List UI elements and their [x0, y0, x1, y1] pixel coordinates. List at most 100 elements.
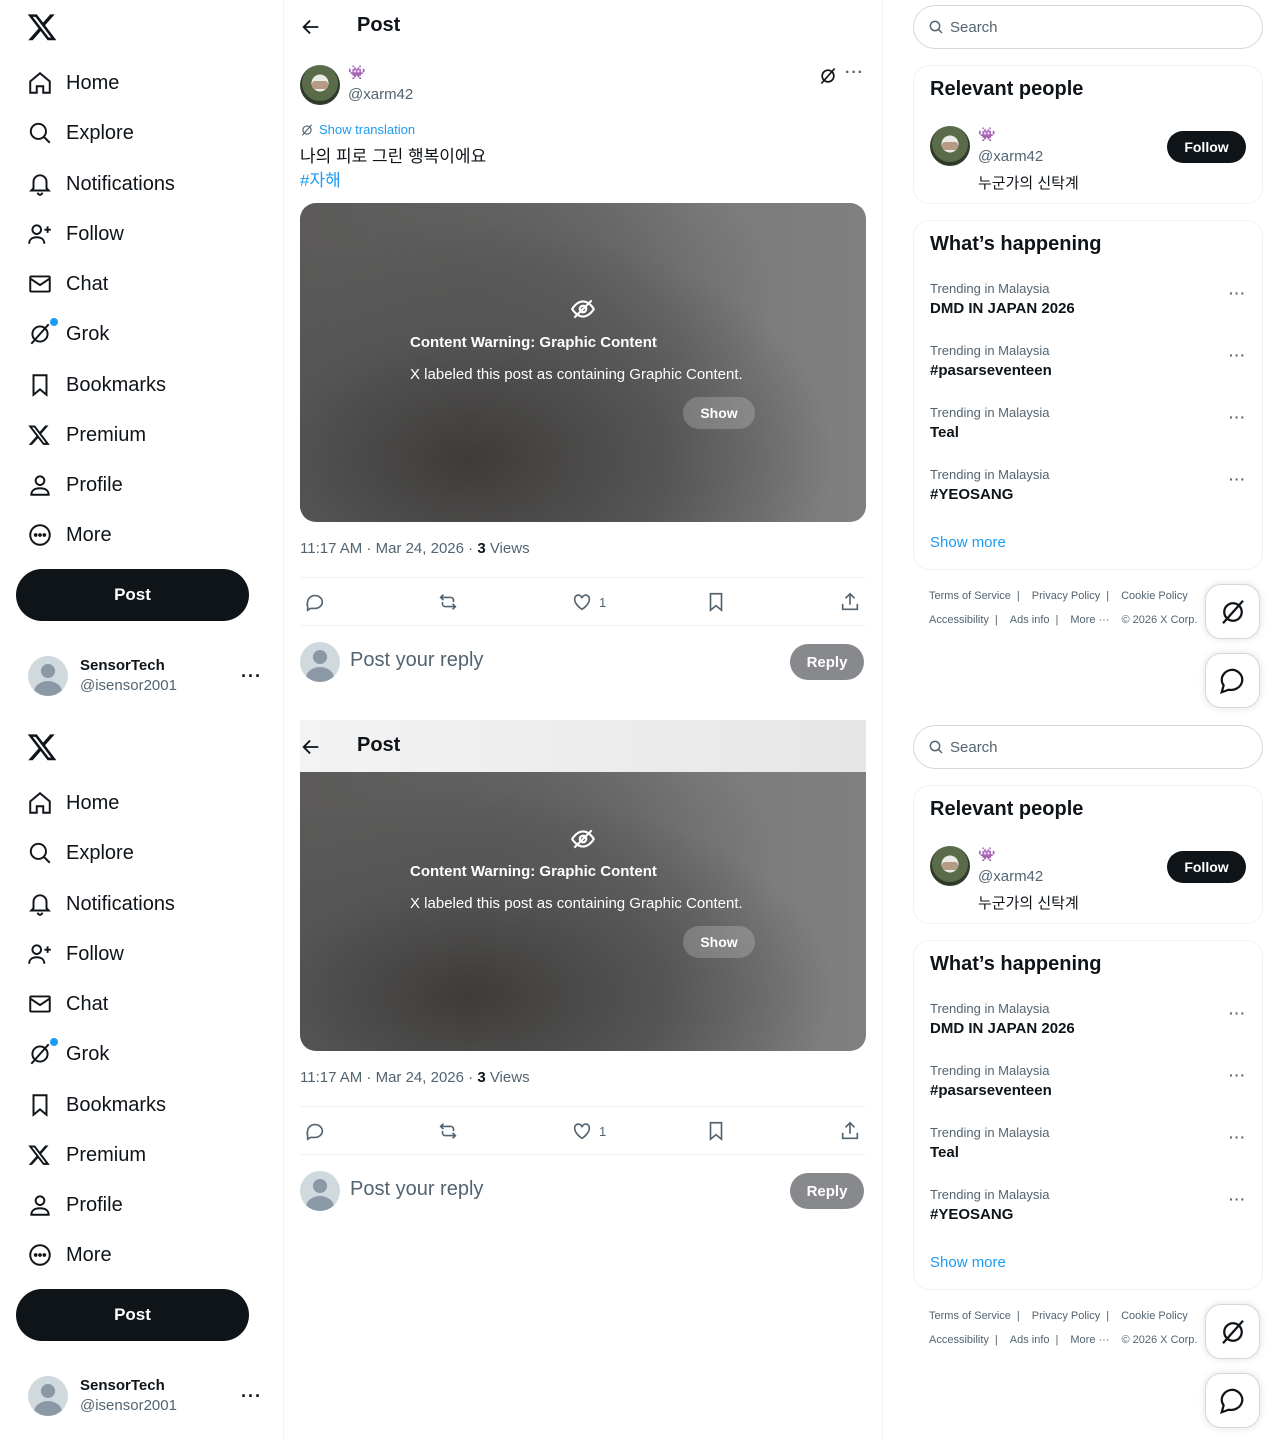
nav-premium[interactable]: Premium [16, 412, 146, 458]
nav-chat[interactable]: Chat [16, 261, 108, 307]
nav-notifications[interactable]: Notifications [16, 881, 175, 927]
nav-home[interactable]: Home [16, 60, 119, 106]
messages-float-button[interactable] [1205, 1373, 1260, 1428]
post-button[interactable]: Post [16, 1289, 249, 1341]
nav-chat[interactable]: Chat [16, 981, 108, 1027]
show-media-button[interactable]: Show [683, 397, 755, 429]
avatar[interactable] [930, 126, 970, 166]
person-handle[interactable]: @xarm42 [978, 148, 1043, 165]
cookie-link[interactable]: Cookie Policy [1121, 1310, 1188, 1322]
reply-input[interactable]: Post your reply [350, 1178, 483, 1201]
person-handle[interactable]: @xarm42 [978, 868, 1043, 885]
show-more-link[interactable]: Show more [930, 1254, 1006, 1271]
grok-float-button[interactable] [1205, 584, 1260, 639]
accessibility-link[interactable]: Accessibility [929, 614, 989, 626]
account-switcher[interactable]: SensorTech @isensor2001 ··· [16, 1366, 272, 1426]
post-timestamp[interactable]: 11:17 AM · Mar 24, 2026 · [300, 540, 477, 557]
reply-button[interactable]: Reply [790, 1173, 864, 1209]
more-link[interactable]: More ··· [1070, 614, 1109, 626]
show-more-link[interactable]: Show more [930, 534, 1006, 551]
more-icon[interactable]: ··· [1229, 1067, 1246, 1083]
reply-input[interactable]: Post your reply [350, 649, 483, 672]
show-media-button[interactable]: Show [683, 926, 755, 958]
messages-float-button[interactable] [1205, 653, 1260, 708]
nav-profile[interactable]: Profile [16, 462, 123, 508]
accessibility-link[interactable]: Accessibility [929, 1334, 989, 1346]
nav-bookmarks[interactable]: Bookmarks [16, 362, 166, 408]
share-action[interactable] [839, 591, 861, 613]
post-timestamp[interactable]: 11:17 AM · Mar 24, 2026 · [300, 1069, 477, 1086]
person-display-name[interactable]: 👾 [978, 846, 995, 863]
author-display-name[interactable]: 👾 [348, 64, 365, 81]
bookmark-action[interactable] [705, 591, 727, 613]
cookie-link[interactable]: Cookie Policy [1121, 590, 1188, 602]
like-action[interactable]: 1 [571, 591, 606, 613]
nav-follow[interactable]: Follow [16, 931, 124, 977]
more-icon[interactable]: ··· [1229, 347, 1246, 363]
trend-item[interactable]: Trending in Malaysia Teal ··· [930, 1125, 1248, 1173]
account-switcher[interactable]: SensorTech @isensor2001 ··· [16, 646, 272, 706]
nav-notifications[interactable]: Notifications [16, 161, 175, 207]
repost-action[interactable] [437, 591, 459, 613]
terms-link[interactable]: Terms of Service [929, 590, 1011, 602]
nav-grok[interactable]: Grok [16, 311, 109, 357]
avatar[interactable] [930, 846, 970, 886]
x-logo-icon[interactable] [26, 11, 58, 43]
more-link[interactable]: More ··· [1070, 1334, 1109, 1346]
trend-item[interactable]: Trending in Malaysia DMD IN JAPAN 2026 ·… [930, 281, 1248, 329]
reply-action[interactable] [304, 591, 326, 613]
show-translation-link[interactable]: Show translation [300, 122, 415, 137]
more-icon[interactable]: ··· [1229, 1005, 1246, 1021]
nav-explore[interactable]: Explore [16, 110, 134, 156]
avatar[interactable] [300, 65, 340, 105]
share-action[interactable] [839, 1120, 861, 1142]
more-icon[interactable]: ··· [845, 64, 864, 82]
follow-button[interactable]: Follow [1167, 131, 1246, 163]
more-icon[interactable]: ··· [1229, 285, 1246, 301]
more-icon[interactable]: ··· [1229, 471, 1246, 487]
nav-more[interactable]: More [16, 512, 112, 558]
follow-button[interactable]: Follow [1167, 851, 1246, 883]
person-display-name[interactable]: 👾 [978, 126, 995, 143]
privacy-link[interactable]: Privacy Policy [1032, 590, 1100, 602]
more-icon[interactable]: ··· [241, 666, 262, 687]
trend-item[interactable]: Trending in Malaysia DMD IN JAPAN 2026 ·… [930, 1001, 1248, 1049]
trend-item[interactable]: Trending in Malaysia #YEOSANG ··· [930, 1187, 1248, 1235]
ads-link[interactable]: Ads info [1010, 614, 1050, 626]
reply-button[interactable]: Reply [790, 644, 864, 680]
nav-profile[interactable]: Profile [16, 1182, 123, 1228]
repost-action[interactable] [437, 1120, 459, 1142]
post-button[interactable]: Post [16, 569, 249, 621]
back-arrow-icon[interactable] [300, 736, 322, 758]
nav-follow[interactable]: Follow [16, 211, 124, 257]
more-icon[interactable]: ··· [1229, 409, 1246, 425]
search-input[interactable]: Search [913, 725, 1263, 769]
more-icon[interactable]: ··· [1229, 1191, 1246, 1207]
nav-bookmarks[interactable]: Bookmarks [16, 1082, 166, 1128]
trend-item[interactable]: Trending in Malaysia #pasarseventeen ··· [930, 343, 1248, 391]
back-arrow-icon[interactable] [300, 16, 322, 38]
ads-link[interactable]: Ads info [1010, 1334, 1050, 1346]
more-icon[interactable]: ··· [241, 1386, 262, 1407]
x-logo-icon[interactable] [26, 731, 58, 763]
grok-icon[interactable] [818, 66, 838, 86]
bookmark-action[interactable] [705, 1120, 727, 1142]
hashtag-link[interactable]: #자해 [300, 169, 486, 193]
nav-more[interactable]: More [16, 1232, 112, 1278]
grok-float-button[interactable] [1205, 1304, 1260, 1359]
terms-link[interactable]: Terms of Service [929, 1310, 1011, 1322]
nav-explore[interactable]: Explore [16, 830, 134, 876]
nav-label: Premium [66, 1143, 147, 1166]
trend-item[interactable]: Trending in Malaysia Teal ··· [930, 405, 1248, 453]
author-handle[interactable]: @xarm42 [348, 86, 413, 103]
reply-action[interactable] [304, 1120, 326, 1142]
trend-item[interactable]: Trending in Malaysia #YEOSANG ··· [930, 467, 1248, 515]
like-action[interactable]: 1 [571, 1120, 606, 1142]
search-input[interactable]: Search [913, 5, 1263, 49]
more-icon[interactable]: ··· [1229, 1129, 1246, 1145]
nav-grok[interactable]: Grok [16, 1031, 109, 1077]
trend-item[interactable]: Trending in Malaysia #pasarseventeen ··· [930, 1063, 1248, 1111]
nav-home[interactable]: Home [16, 780, 119, 826]
nav-premium[interactable]: Premium [16, 1132, 146, 1178]
privacy-link[interactable]: Privacy Policy [1032, 1310, 1100, 1322]
